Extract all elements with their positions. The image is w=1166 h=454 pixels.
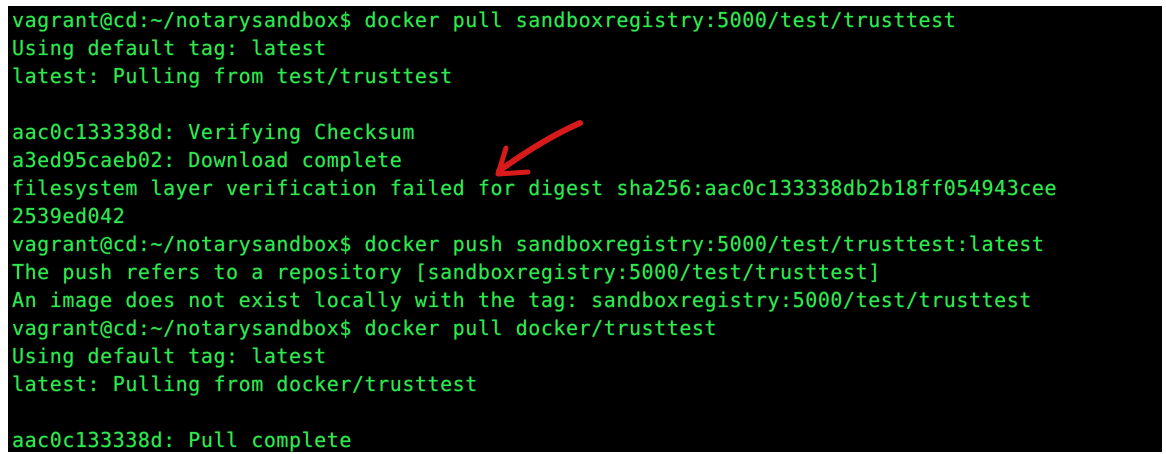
terminal-line: Using default tag: latest — [12, 344, 327, 368]
terminal-window[interactable]: vagrant@cd:~/notarysandbox$ docker pull … — [8, 6, 1162, 452]
terminal-line: a3ed95caeb02: Download complete — [12, 148, 403, 172]
terminal-line: The push refers to a repository [sandbox… — [12, 260, 881, 284]
terminal-line: aac0c133338d: Pull complete — [12, 428, 352, 452]
terminal-line: An image does not exist locally with the… — [12, 288, 1032, 312]
error-line-continuation: 2539ed042 — [12, 204, 126, 228]
terminal-line: vagrant@cd:~/notarysandbox$ docker pull … — [12, 8, 957, 32]
terminal-line: vagrant@cd:~/notarysandbox$ docker pull … — [12, 316, 718, 340]
terminal-line: vagrant@cd:~/notarysandbox$ docker push … — [12, 232, 1045, 256]
terminal-output: vagrant@cd:~/notarysandbox$ docker pull … — [12, 6, 1057, 452]
error-line: filesystem layer verification failed for… — [12, 176, 1058, 200]
terminal-line: latest: Pulling from docker/trusttest — [12, 372, 478, 396]
terminal-line: aac0c133338d: Verifying Checksum — [12, 120, 415, 144]
terminal-line: latest: Pulling from test/trusttest — [12, 64, 453, 88]
terminal-line: Using default tag: latest — [12, 36, 327, 60]
